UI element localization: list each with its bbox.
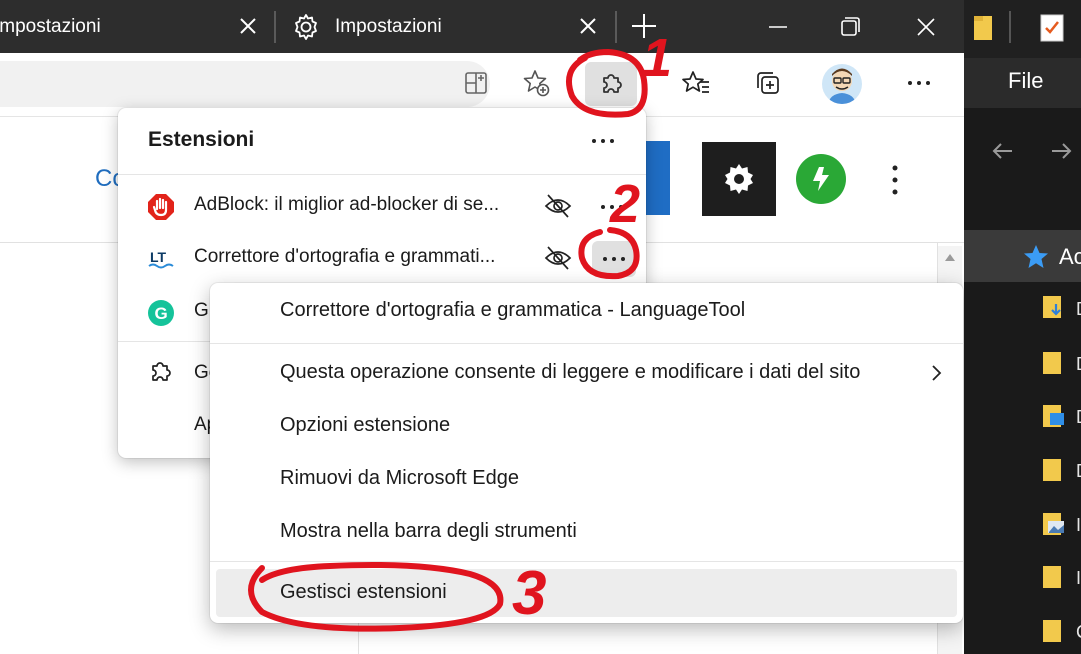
folder-icon	[1043, 566, 1061, 588]
gear-icon	[725, 164, 753, 194]
split-screen-icon[interactable]	[460, 67, 492, 99]
extension-more-icon-active[interactable]	[592, 241, 636, 277]
star-icon	[1024, 245, 1048, 268]
bolt-extension-icon[interactable]	[796, 154, 846, 204]
file-explorer-window: File Ac	[964, 0, 1081, 654]
menu-item-label: Rimuovi da Microsoft Edge	[280, 467, 519, 489]
tab-settings-1[interactable]: Impostazioni	[0, 0, 272, 53]
extension-name: AdBlock: il miglior ad-blocker di se...	[194, 194, 500, 215]
extension-more-icon[interactable]	[594, 192, 630, 222]
explorer-item-label[interactable]: D	[1076, 299, 1081, 320]
grammarly-icon: G	[146, 298, 176, 328]
profile-avatar[interactable]	[822, 64, 862, 104]
tab-title: Impostazioni	[335, 15, 442, 37]
pictures-folder-icon	[1043, 513, 1064, 535]
hidden-eye-icon[interactable]	[543, 243, 573, 273]
collections-icon[interactable]	[752, 67, 784, 99]
extension-item-languagetool[interactable]: LT Correttore d'ortografia e grammati...	[118, 230, 646, 286]
settings-button[interactable]	[702, 142, 776, 216]
divider	[118, 174, 646, 175]
menu-item-label: Mostra nella barra degli strumenti	[280, 520, 577, 542]
explorer-item-label[interactable]: I	[1076, 515, 1081, 536]
add-favorite-icon[interactable]	[520, 67, 552, 99]
folder-icon	[1043, 620, 1061, 642]
svg-text:LT: LT	[150, 249, 167, 265]
new-tab-icon[interactable]	[628, 10, 660, 42]
notepad-check-icon	[1040, 14, 1064, 42]
favorites-icon[interactable]	[680, 67, 712, 99]
restore-icon[interactable]	[836, 13, 864, 41]
downloads-folder-icon	[1043, 296, 1061, 318]
folder-icon	[1043, 352, 1061, 374]
puzzle-icon	[152, 362, 171, 381]
close-tab-icon[interactable]	[576, 14, 600, 38]
explorer-item-label[interactable]: D	[1076, 407, 1081, 428]
svg-text:G: G	[155, 304, 168, 323]
languagetool-icon: LT	[146, 244, 176, 274]
tab-title: Impostazioni	[0, 15, 101, 37]
extension-item-adblock[interactable]: AdBlock: il miglior ad-blocker di se...	[118, 178, 646, 234]
menu-item-label: Opzioni estensione	[280, 414, 451, 436]
menu-item-label: Gestisci estensioni	[280, 581, 447, 603]
chevron-right-icon	[932, 365, 942, 381]
tab-settings-2[interactable]: Impostazioni	[277, 0, 607, 53]
more-icon[interactable]	[588, 126, 618, 156]
close-window-icon[interactable]	[912, 13, 940, 41]
explorer-item-label[interactable]: D	[1076, 354, 1081, 375]
extensions-button[interactable]	[585, 62, 637, 106]
more-icon[interactable]	[903, 67, 935, 99]
close-tab-icon[interactable]	[236, 14, 260, 38]
tab-separator	[615, 11, 617, 43]
desktop-folder-icon	[1043, 405, 1064, 427]
folder-icon	[974, 16, 992, 40]
menu-item-manage-extensions[interactable]: Gestisci estensioni	[216, 569, 957, 617]
divider	[1009, 11, 1011, 43]
context-menu-header: Correttore d'ortografia e grammatica - L…	[280, 299, 746, 321]
menu-item-extension-options[interactable]: Opzioni estensione	[216, 402, 957, 450]
adblock-icon	[146, 192, 176, 222]
explorer-item-label[interactable]: I	[1076, 568, 1081, 589]
minimize-icon[interactable]	[764, 13, 792, 41]
back-arrow-icon[interactable]	[990, 138, 1016, 164]
flyout-title: Estensioni	[148, 128, 255, 151]
address-bar[interactable]	[0, 61, 490, 107]
hidden-eye-icon[interactable]	[543, 191, 573, 221]
menu-item-site-permissions[interactable]: Questa operazione consente di leggere e …	[216, 349, 957, 397]
quick-access-label: Ac	[1059, 244, 1081, 269]
puzzle-icon	[603, 74, 622, 93]
tab-separator	[274, 11, 276, 43]
tab-strip: Impostazioni Impostazioni	[0, 0, 964, 53]
gear-icon	[295, 14, 317, 40]
menu-item-remove[interactable]: Rimuovi da Microsoft Edge	[216, 455, 957, 503]
scroll-up-arrow-icon[interactable]	[944, 252, 956, 262]
divider	[210, 343, 963, 344]
divider	[210, 561, 963, 562]
forward-arrow-icon[interactable]	[1048, 138, 1074, 164]
folder-icon	[1043, 459, 1061, 481]
file-menu[interactable]: File	[1008, 68, 1043, 94]
extension-context-menu: Correttore d'ortografia e grammatica - L…	[210, 283, 963, 623]
menu-item-show-in-toolbar[interactable]: Mostra nella barra degli strumenti	[216, 508, 957, 556]
vertical-more-icon[interactable]	[880, 160, 910, 200]
explorer-item-label[interactable]: C	[1076, 622, 1081, 643]
extension-name: Correttore d'ortografia e grammati...	[194, 246, 496, 267]
explorer-item-label[interactable]: D	[1076, 461, 1081, 482]
menu-item-label: Questa operazione consente di leggere e …	[280, 361, 861, 383]
